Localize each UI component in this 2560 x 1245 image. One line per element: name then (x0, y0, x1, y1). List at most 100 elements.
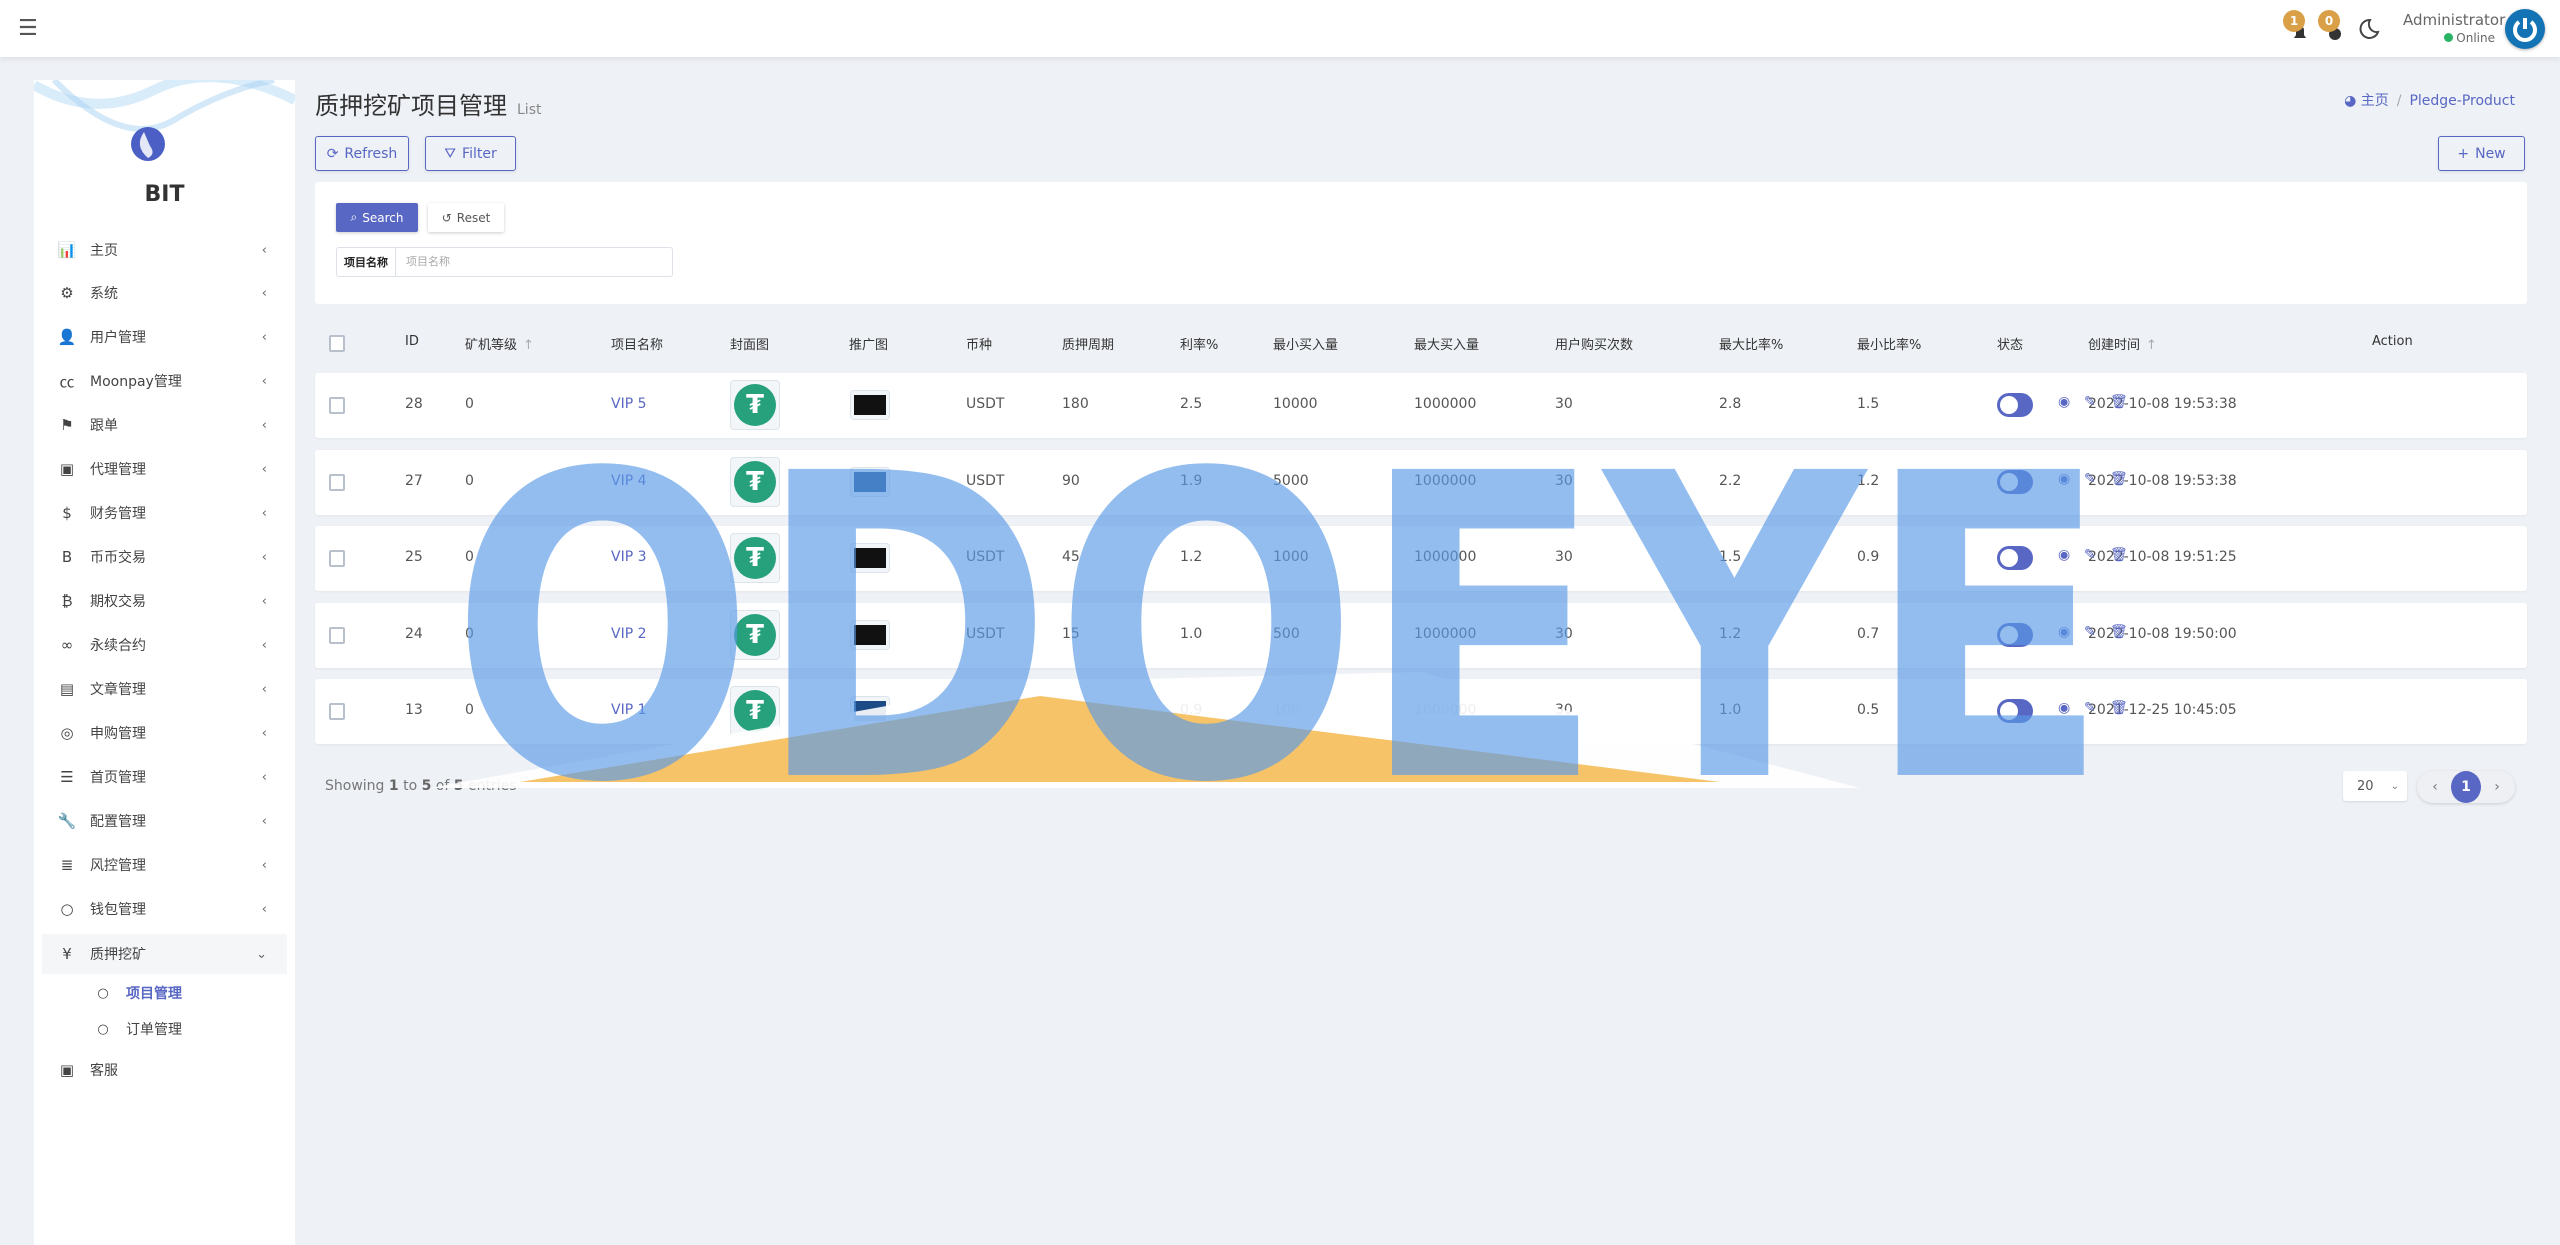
sidebar-item-customer-service[interactable]: ▣ 客服 (34, 1050, 295, 1090)
row-checkbox[interactable] (329, 473, 345, 491)
edit-icon[interactable]: ✎ (2084, 624, 2096, 640)
refresh-icon: ⟳ (326, 145, 339, 162)
cell-name[interactable]: VIP 4 (611, 473, 647, 489)
sidebar-item[interactable]: ⚑ 跟单 ‹ (34, 405, 295, 445)
cell-max_ratio: 1.0 (1719, 702, 1742, 718)
cover-image[interactable]: ₮ (730, 380, 780, 430)
status-toggle[interactable] (1997, 469, 2033, 494)
eye-icon[interactable]: ◉ (2058, 624, 2070, 640)
eye-icon[interactable]: ◉ (2058, 547, 2070, 563)
trash-icon[interactable]: 🗑 (2110, 394, 2128, 410)
eye-icon[interactable]: ◉ (2058, 700, 2070, 716)
search-button[interactable]: ⌕ Search (336, 203, 418, 232)
refresh-button[interactable]: ⟳ Refresh (315, 136, 409, 171)
filter-button[interactable]: ⛛ Filter (425, 136, 516, 171)
table-row: 27 0 VIP 4 USDT 90 1.9 5000 1000000 30 2.2 1.2 2022… (315, 449, 2527, 515)
promo-image[interactable] (850, 696, 890, 726)
cell-name[interactable]: VIP 1 (611, 702, 647, 718)
notification-badge: 1 (2283, 10, 2305, 32)
circle-icon: ○ (97, 1021, 109, 1037)
sort-arrow-icon[interactable]: ↑ (523, 338, 534, 353)
trash-icon[interactable]: 🗑 (2110, 624, 2128, 640)
sidebar-item[interactable]: ㏄ Moonpay管理 ‹ (34, 361, 295, 401)
sidebar-item[interactable]: 👤 用户管理 ‹ (34, 317, 295, 357)
trash-icon[interactable]: 🗑 (2110, 547, 2128, 563)
cell-name[interactable]: VIP 2 (611, 626, 647, 642)
cell-name[interactable]: VIP 3 (611, 549, 647, 565)
sidebar-subitem[interactable]: ○ 项目管理 (34, 977, 295, 1009)
row-checkbox[interactable] (329, 550, 345, 567)
eye-icon[interactable]: ◉ (2058, 394, 2070, 410)
promo-image[interactable] (850, 619, 890, 650)
reset-button[interactable]: ↺ Reset (428, 203, 504, 232)
edit-icon[interactable]: ✎ (2084, 700, 2096, 716)
sort-arrow-icon[interactable]: ↑ (2146, 338, 2157, 353)
page-1-button[interactable]: 1 (2451, 771, 2481, 803)
row-checkbox[interactable] (329, 703, 345, 720)
moon-icon[interactable] (2355, 16, 2385, 46)
avatar[interactable] (2505, 9, 2545, 49)
cc-icon: ㏄ (59, 372, 75, 391)
select-all-checkbox[interactable] (329, 335, 345, 352)
prev-page-button[interactable]: ‹ (2423, 771, 2447, 803)
brand-logo-icon (131, 127, 165, 161)
cell-max_ratio: 2.2 (1719, 472, 1742, 489)
status-toggle[interactable] (1997, 546, 2033, 570)
chevron-left-icon: ‹ (261, 285, 267, 301)
sidebar-item[interactable]: 🔧 配置管理 ‹ (34, 801, 295, 841)
column-header: 推广图 (849, 338, 889, 353)
sidebar-item[interactable]: ≣ 风控管理 ‹ (34, 845, 295, 885)
status-toggle[interactable] (1997, 622, 2033, 647)
cell-name[interactable]: VIP 5 (611, 396, 647, 412)
page-size-select[interactable]: 20 ⌄ (2343, 771, 2407, 801)
cover-image[interactable]: ₮ (730, 609, 780, 660)
sidebar-item[interactable]: ▣ 代理管理 ‹ (34, 449, 295, 489)
promo-image[interactable] (850, 466, 890, 497)
next-page-button[interactable]: › (2485, 771, 2509, 803)
new-button[interactable]: + New (2438, 136, 2525, 171)
message-badge: 0 (2318, 10, 2340, 32)
sidebar-item[interactable]: ¥ 质押挖矿 ⌄ (42, 934, 287, 974)
eye-icon[interactable]: ◉ (2058, 471, 2070, 487)
status-toggle[interactable] (1997, 699, 2033, 723)
sidebar-item[interactable]: ◎ 申购管理 ‹ (34, 713, 295, 753)
row-checkbox[interactable] (329, 397, 345, 414)
column-header[interactable]: 创建时间 ↑ (2088, 334, 2157, 353)
edit-icon[interactable]: ✎ (2084, 547, 2096, 563)
sidebar-item[interactable]: ∞ 永续合约 ‹ (34, 625, 295, 665)
cell-max: 1000000 (1414, 472, 1477, 489)
sidebar-item[interactable]: ☰ 首页管理 ‹ (34, 757, 295, 797)
usdt-tether-icon: ₮ (734, 613, 776, 656)
row-checkbox[interactable] (329, 626, 345, 644)
trash-icon[interactable]: 🗑 (2110, 700, 2128, 716)
bell-icon[interactable]: 1 (2283, 10, 2315, 44)
hamburger-menu-icon[interactable]: ☰ (18, 16, 38, 41)
sidebar-item[interactable]: ▤ 文章管理 ‹ (34, 669, 295, 709)
sidebar-item[interactable]: ⚙ 系统 ‹ (34, 273, 295, 313)
online-status: Online (2430, 31, 2495, 45)
promo-thumbnail (854, 624, 886, 645)
sidebar-subitem[interactable]: ○ 订单管理 (34, 1013, 295, 1045)
cover-image[interactable]: ₮ (730, 686, 780, 736)
trash-icon[interactable]: 🗑 (2110, 471, 2128, 487)
edit-icon[interactable]: ✎ (2084, 471, 2096, 487)
promo-image[interactable] (850, 543, 890, 573)
cover-image[interactable]: ₮ (730, 533, 780, 583)
search-icon: ⌕ (350, 210, 358, 224)
sidebar-item[interactable]: 📊 主页 ‹ (34, 230, 295, 270)
sidebar-item[interactable]: B 币币交易 ‹ (34, 537, 295, 577)
edit-icon[interactable]: ✎ (2084, 394, 2096, 410)
column-header[interactable]: 矿机等级 ↑ (465, 334, 534, 353)
promo-image[interactable] (850, 390, 890, 420)
sidebar-item[interactable]: ₿ 期权交易 ‹ (34, 581, 295, 621)
project-name-input[interactable] (396, 248, 672, 276)
status-toggle[interactable] (1997, 393, 2033, 417)
sidebar-item[interactable]: $ 财务管理 ‹ (34, 493, 295, 533)
page-subtitle: List (517, 102, 542, 118)
admin-name[interactable]: Administrator (2403, 11, 2505, 29)
sidebar-item-label: 质押挖矿 (90, 947, 146, 963)
sidebar-item[interactable]: ○ 钱包管理 ‹ (34, 889, 295, 929)
message-icon[interactable]: 0 (2318, 10, 2350, 44)
breadcrumb-home[interactable]: 主页 (2361, 93, 2389, 109)
cover-image[interactable]: ₮ (730, 456, 780, 507)
